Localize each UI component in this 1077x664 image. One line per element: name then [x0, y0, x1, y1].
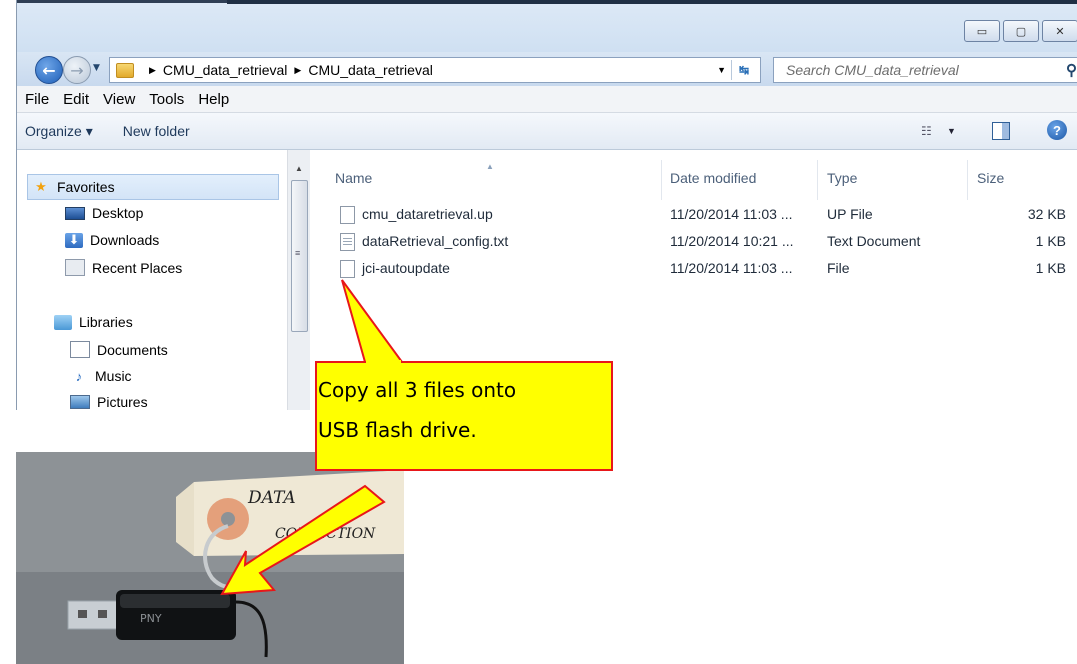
downloads-icon: ⬇: [65, 232, 83, 248]
column-divider[interactable]: [661, 160, 662, 200]
file-name: jci-autoupdate: [362, 260, 450, 276]
svg-text:COLLECTION: COLLECTION: [275, 526, 376, 542]
column-header-date-modified[interactable]: Date modified: [670, 170, 756, 186]
documents-icon: [70, 341, 90, 358]
title-top-edge-right: [227, 0, 1077, 4]
sidebar-item-label: Music: [95, 368, 132, 384]
file-date: 11/20/2014 11:03 ...: [670, 260, 793, 276]
column-header-type[interactable]: Type: [827, 170, 857, 186]
column-divider[interactable]: [817, 160, 818, 200]
close-button[interactable]: ✕: [1042, 20, 1077, 42]
file-date: 11/20/2014 11:03 ...: [670, 206, 793, 222]
menu-view[interactable]: View: [103, 91, 135, 108]
sidebar-item-favorites[interactable]: ★ Favorites: [27, 174, 279, 200]
view-dropdown-icon[interactable]: ▼: [947, 126, 956, 136]
forward-button[interactable]: →: [63, 56, 91, 84]
text-file-icon: [340, 233, 355, 251]
scrollbar-grip-icon: ≡: [295, 248, 301, 258]
callout-text: Copy all 3 files onto USB flash drive.: [318, 370, 516, 450]
callout-line-2: USB flash drive.: [318, 418, 477, 442]
title-top-edge: [17, 0, 227, 3]
menu-file[interactable]: File: [25, 91, 49, 108]
preview-pane-icon[interactable]: [992, 122, 1010, 140]
sort-ascending-icon: ▲: [486, 162, 494, 171]
scroll-up-arrow-icon[interactable]: ▲: [288, 164, 310, 173]
sidebar-item-downloads[interactable]: ⬇ Downloads: [65, 232, 159, 248]
usb-drive-photo-illustration: DATA COLLECTION PNY: [16, 452, 404, 664]
menu-help[interactable]: Help: [198, 91, 229, 108]
file-icon: [340, 206, 355, 224]
sidebar-item-label: Libraries: [79, 314, 133, 330]
new-folder-button[interactable]: New folder: [123, 123, 190, 139]
sidebar-item-label: Favorites: [57, 179, 115, 195]
file-size: 1 KB: [1035, 233, 1066, 249]
usb-drive-photo: DATA COLLECTION PNY: [16, 452, 404, 664]
sidebar-item-desktop[interactable]: Desktop: [65, 205, 143, 221]
file-type: Text Document: [827, 233, 921, 249]
file-row[interactable]: jci-autoupdate 11/20/2014 11:03 ... File…: [313, 259, 1077, 281]
change-view-icon[interactable]: ☷: [921, 124, 932, 138]
column-divider[interactable]: [967, 160, 968, 200]
file-name: dataRetrieval_config.txt: [362, 233, 509, 249]
navigation-pane: ★ Favorites Desktop ⬇ Downloads Recent P…: [17, 150, 311, 410]
star-icon: ★: [35, 179, 47, 194]
chevron-right-icon[interactable]: ▶: [149, 65, 156, 76]
file-name: cmu_dataretrieval.up: [362, 206, 493, 222]
sidebar-item-documents[interactable]: Documents: [70, 341, 168, 358]
recent-places-icon: [65, 259, 85, 276]
file-icon: [340, 260, 355, 278]
navigation-scrollbar[interactable]: ▲ ≡: [287, 150, 310, 410]
navigation-bar: ← → ▼ ▶ CMU_data_retrieval ▶ CMU_data_re…: [17, 52, 1077, 86]
file-size: 1 KB: [1035, 260, 1066, 276]
search-placeholder: Search CMU_data_retrieval: [786, 62, 959, 78]
sidebar-item-libraries[interactable]: Libraries: [54, 314, 133, 330]
file-row[interactable]: cmu_dataretrieval.up 11/20/2014 11:03 ..…: [313, 205, 1077, 227]
sidebar-item-label: Recent Places: [92, 259, 183, 276]
recent-pages-dropdown-icon[interactable]: ▼: [93, 63, 100, 73]
sidebar-item-label: Downloads: [90, 232, 160, 248]
file-type: UP File: [827, 206, 873, 222]
callout-line-1: Copy all 3 files onto: [318, 378, 517, 402]
file-size: 32 KB: [1027, 206, 1066, 222]
breadcrumb-item[interactable]: CMU_data_retrieval: [163, 62, 288, 78]
command-bar: Organize ▾ New folder ☷ ▼ ?: [17, 113, 1077, 150]
svg-text:PNY: PNY: [140, 612, 162, 625]
menu-bar: File Edit View Tools Help: [17, 86, 1077, 113]
window-controls: ▭ ▢ ✕: [964, 20, 1077, 42]
sidebar-item-label: Documents: [97, 341, 168, 358]
back-button[interactable]: ←: [35, 56, 63, 84]
file-type: File: [827, 260, 850, 276]
maximize-button[interactable]: ▢: [1003, 20, 1039, 42]
svg-text:DATA: DATA: [247, 488, 296, 508]
address-bar[interactable]: ▶ CMU_data_retrieval ▶ CMU_data_retrieva…: [109, 57, 761, 83]
file-row[interactable]: dataRetrieval_config.txt 11/20/2014 10:2…: [313, 232, 1077, 254]
address-dropdown-icon[interactable]: ▼: [717, 65, 726, 75]
column-header-size[interactable]: Size: [977, 170, 1004, 186]
pictures-icon: [70, 395, 90, 409]
search-input[interactable]: Search CMU_data_retrieval ⚲: [773, 57, 1077, 83]
sidebar-item-pictures[interactable]: Pictures: [70, 394, 148, 410]
file-date: 11/20/2014 10:21 ...: [670, 233, 794, 249]
title-bar: ▭ ▢ ✕: [17, 0, 1077, 52]
menu-tools[interactable]: Tools: [149, 91, 184, 108]
menu-edit[interactable]: Edit: [63, 91, 89, 108]
libraries-icon: [54, 314, 72, 330]
sidebar-item-recent-places[interactable]: Recent Places: [65, 259, 182, 276]
sidebar-item-label: Pictures: [97, 394, 148, 410]
minimize-button[interactable]: ▭: [964, 20, 1000, 42]
folder-icon: [116, 62, 134, 78]
organize-button[interactable]: Organize ▾: [25, 123, 93, 140]
sidebar-item-music[interactable]: ♪ Music: [70, 368, 132, 384]
refresh-icon[interactable]: ↹: [731, 60, 756, 80]
breadcrumb-item[interactable]: CMU_data_retrieval: [308, 62, 433, 78]
music-icon: ♪: [75, 368, 83, 384]
chevron-right-icon[interactable]: ▶: [294, 65, 301, 76]
desktop-icon: [65, 206, 85, 220]
sidebar-item-label: Desktop: [92, 205, 144, 221]
column-header-name[interactable]: Name: [335, 170, 372, 186]
search-icon[interactable]: ⚲: [1066, 61, 1077, 79]
explorer-window: ▭ ▢ ✕ ← → ▼ ▶ CMU_data_retrieval ▶ CMU_d…: [16, 0, 1077, 410]
help-icon[interactable]: ?: [1047, 120, 1067, 140]
